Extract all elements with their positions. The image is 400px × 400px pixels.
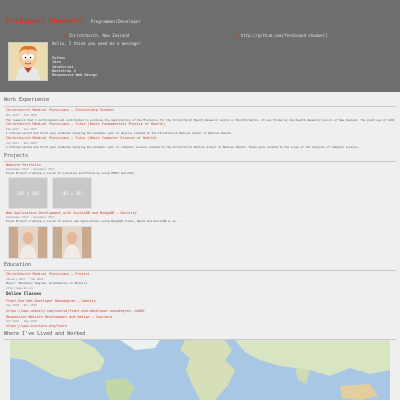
location-text: Christchurch, New Zealand	[68, 33, 130, 38]
course-date: Oct 2018 - Sep 2018	[6, 319, 37, 323]
name-heading: Ferdinand Shadwell	[6, 17, 84, 25]
github-link[interactable]: http://github.com/ferdinand-shadwell	[241, 33, 328, 38]
project-thumbnail-image[interactable]	[8, 226, 48, 259]
divider	[4, 161, 396, 162]
course-link[interactable]: https://www.coursera.org/learn	[6, 324, 67, 328]
location-icon: ●	[64, 33, 67, 38]
divider	[4, 270, 396, 271]
work-item-desc: I tutored second and third year students…	[6, 131, 236, 135]
work-section-title: Work Experience	[4, 97, 50, 103]
project-desc: Fixed Project creating a vision to visua…	[6, 171, 134, 175]
divider	[4, 106, 396, 107]
project-placeholder-image[interactable]: 187 x 193	[52, 177, 92, 209]
world-map[interactable]	[10, 340, 390, 400]
work-item-title[interactable]: Christchurch Medical Physicians — Schola…	[6, 108, 114, 112]
online-classes-title: Online Classes	[6, 291, 42, 296]
avatar	[8, 42, 48, 81]
chat-bubble: Hello, I think you need me a message!	[52, 41, 141, 47]
header-title: Ferdinand Shadwell Programmer/Developer	[6, 17, 141, 25]
work-item-title[interactable]: Christchurch Medical Physicians — Tutor …	[6, 136, 157, 140]
skill-item: Responsive Web Design	[52, 73, 98, 78]
work-item-title[interactable]: Christchurch Medical Physicians — Tutor …	[6, 122, 165, 126]
projects-section-title: Projects	[4, 153, 29, 159]
project-placeholder-image[interactable]: 187 x 193	[8, 177, 48, 209]
skills-list: Python Java JavaScript Bootstrap 4 Respo…	[52, 56, 97, 77]
map-section-title: Where I've Lived and Worked	[4, 331, 86, 337]
course-link[interactable]: https://www.udacity.com/course/front-end…	[6, 309, 145, 313]
course-date: Sep 2018 - Nov 2018	[6, 303, 37, 307]
github-contact[interactable]: ● http://github.com/ferdinand-shadwell	[236, 33, 328, 38]
github-icon: ●	[236, 33, 239, 38]
school-link[interactable]: http://www.UC.nz/	[6, 286, 34, 290]
education-section-title: Education	[4, 262, 32, 268]
school-name[interactable]: Christchurch Medical Physicians — Projec…	[6, 272, 90, 276]
degree-text: Major: Bachelor Degree, Graduation in Ph…	[6, 281, 88, 285]
chat-line: Hello, I think you need me a message!	[52, 41, 142, 46]
header: Ferdinand Shadwell Programmer/Developer …	[0, 0, 400, 92]
work-item-desc: I tutored second and third year students…	[6, 145, 362, 149]
location-contact: ● Christchurch, New Zealand	[64, 33, 129, 38]
role-subtitle: Programmer/Developer	[90, 19, 141, 24]
project-desc: Fixed Project creating a vision to secur…	[6, 219, 181, 223]
work-item-date: Nov 2017 - Feb 2018	[6, 113, 37, 117]
project-thumbnail-image[interactable]	[52, 226, 92, 259]
